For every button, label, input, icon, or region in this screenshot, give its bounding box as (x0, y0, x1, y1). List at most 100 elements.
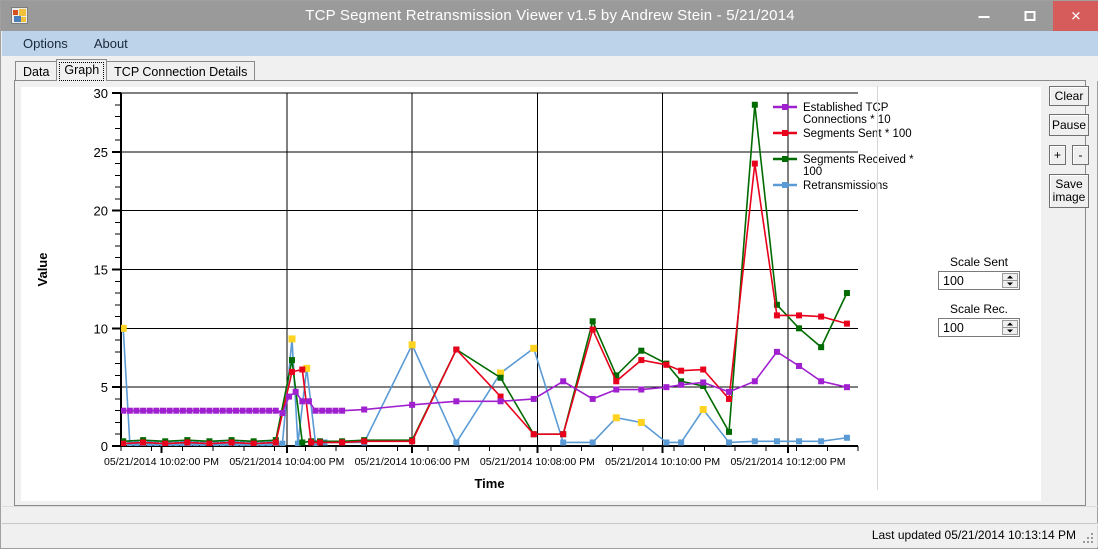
series-marker (279, 440, 286, 446)
series-marker (843, 290, 850, 297)
x-axis-title: Time (474, 476, 504, 491)
series-marker (796, 325, 803, 332)
series-marker (279, 410, 286, 417)
series-marker (638, 386, 645, 393)
series-marker (843, 384, 850, 391)
minimize-button[interactable] (961, 1, 1007, 31)
scale-rec-spinner[interactable] (1002, 320, 1018, 335)
clear-button[interactable]: Clear (1049, 86, 1089, 106)
series-marker (292, 388, 299, 395)
window-title: TCP Segment Retransmission Viewer v1.5 b… (305, 7, 795, 24)
tab-tcp-connection-details[interactable]: TCP Connection Details (106, 61, 256, 81)
maximize-button[interactable] (1007, 1, 1053, 31)
scale-sent-up-icon[interactable] (1002, 273, 1018, 280)
y-tick-label: 20 (94, 204, 108, 219)
series-marker (818, 344, 825, 351)
menu-bar: Options About (2, 31, 1098, 56)
series-marker (751, 101, 758, 108)
series-marker (316, 439, 323, 446)
series-marker (589, 439, 596, 446)
resize-gripper-icon[interactable] (1081, 531, 1095, 545)
series-marker (530, 395, 537, 402)
y-tick-label: 15 (94, 263, 108, 278)
x-tick-label: 05/21/2014 10:10:00 PM (605, 456, 720, 468)
scale-sent-down-icon[interactable] (1002, 280, 1018, 288)
series-marker (663, 361, 670, 368)
save-image-button[interactable]: Save image (1049, 174, 1089, 208)
series-marker (319, 407, 326, 414)
series-marker (453, 398, 460, 405)
series-marker (408, 341, 416, 349)
scale-rec-input[interactable]: 100 (938, 318, 1020, 337)
series-marker (121, 440, 127, 446)
status-bar: Last updated 05/21/2014 10:13:14 PM (2, 523, 1098, 547)
series-marker (259, 407, 266, 414)
series-marker (612, 414, 620, 422)
series-marker (246, 407, 253, 414)
title-bar: TCP Segment Retransmission Viewer v1.5 b… (1, 1, 1098, 31)
series-marker (325, 407, 332, 414)
series-marker (796, 438, 803, 445)
series-marker (339, 407, 346, 414)
x-tick-label: 05/21/2014 10:02:00 PM (104, 456, 219, 468)
series-marker (339, 439, 346, 446)
series-marker (818, 438, 825, 445)
app-window: TCP Segment Retransmission Viewer v1.5 b… (0, 0, 1098, 549)
zoom-out-button[interactable]: - (1072, 145, 1089, 165)
tab-data[interactable]: Data (15, 61, 58, 81)
scale-sent-spinner[interactable] (1002, 273, 1018, 288)
scale-rec-down-icon[interactable] (1002, 327, 1018, 335)
window-controls: ✕ (961, 1, 1098, 31)
series-marker (678, 439, 685, 446)
series-marker (497, 374, 504, 381)
series-marker (288, 335, 296, 343)
series-marker (162, 440, 169, 446)
series-marker (239, 407, 246, 414)
chart-controls: Clear Pause + - Save image (1049, 86, 1089, 208)
series-marker (361, 406, 368, 413)
scale-sent-value: 100 (943, 273, 964, 288)
series-marker (589, 395, 596, 402)
series-marker (453, 346, 460, 353)
scale-rec-up-icon[interactable] (1002, 320, 1018, 327)
series-marker (773, 438, 780, 445)
series-marker (219, 407, 226, 414)
graph-tab-page: 0 5 10 15 20 25 30 Value 05/21/2014 10:02:00 PM 0… (14, 80, 1089, 506)
menu-item-about[interactable]: About (81, 31, 141, 56)
tab-graph-label: Graph (64, 63, 100, 77)
zoom-in-button[interactable]: + (1049, 145, 1066, 165)
series-marker (560, 431, 567, 438)
scale-sent-label: Scale Sent (949, 255, 1009, 269)
series-marker (206, 440, 213, 446)
series-marker (560, 378, 567, 385)
series-marker (613, 378, 620, 385)
tab-graph[interactable]: Graph (56, 59, 108, 81)
series-marker (453, 439, 460, 446)
y-tick-label: 10 (94, 321, 108, 336)
series-marker (497, 398, 504, 405)
series-marker (589, 318, 596, 325)
scale-sent-input[interactable]: 100 (938, 271, 1020, 290)
x-tick-label: 05/21/2014 10:08:00 PM (480, 456, 595, 468)
scale-rec-group: Scale Rec. 100 (938, 302, 1020, 337)
series-marker (226, 407, 233, 414)
series-marker (186, 407, 193, 414)
series-marker (206, 407, 213, 414)
series-marker (818, 378, 825, 385)
series-marker (560, 439, 567, 446)
close-button[interactable]: ✕ (1053, 1, 1098, 31)
series-marker (530, 431, 537, 438)
series-marker (409, 438, 416, 445)
menu-item-options[interactable]: Options (10, 31, 81, 56)
y-tick-label: 25 (94, 145, 108, 160)
pause-button[interactable]: Pause (1049, 114, 1089, 136)
series-marker (160, 407, 167, 414)
series-marker (726, 439, 733, 446)
line-chart: 0 5 10 15 20 25 30 Value 05/21/2014 10:02:00 PM 0… (21, 87, 1041, 501)
series-marker (312, 407, 319, 414)
series-marker (146, 407, 153, 414)
series-marker (409, 401, 416, 408)
series-marker (773, 312, 780, 319)
series-marker (726, 395, 733, 402)
close-icon: ✕ (1070, 8, 1082, 24)
